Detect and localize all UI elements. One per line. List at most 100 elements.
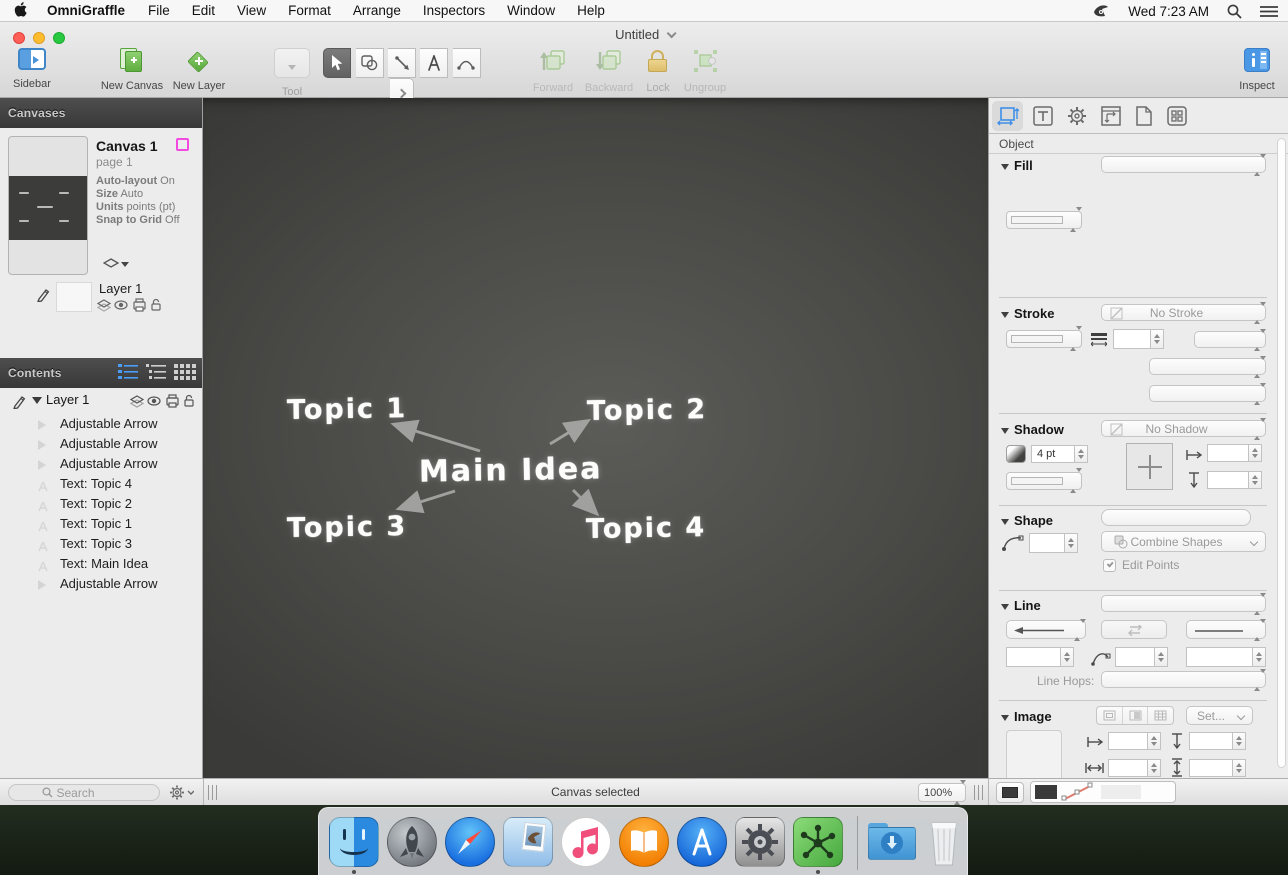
new-layer-button[interactable]: New Layer <box>169 48 229 92</box>
forward-button[interactable]: Forward <box>530 48 576 94</box>
dock-launchpad-icon[interactable] <box>387 817 437 867</box>
line-start-size-stepper[interactable] <box>1061 647 1074 667</box>
tab-grid[interactable] <box>1167 106 1187 131</box>
layers-disclosure-button[interactable] <box>103 258 129 276</box>
tab-text[interactable] <box>1033 106 1053 131</box>
contents-view-list-icon[interactable] <box>118 363 138 386</box>
selection-tool-button[interactable] <box>323 48 351 78</box>
image-fill-icon[interactable] <box>1123 707 1149 724</box>
dock-omnigraffle-icon[interactable] <box>793 817 843 867</box>
shadow-blur-stepper[interactable] <box>1075 445 1088 463</box>
sidebar-toggle-button[interactable]: Sidebar <box>6 48 58 90</box>
shadow-type-dropdown[interactable]: No Shadow <box>1101 420 1266 437</box>
combine-shapes-dropdown[interactable]: Combine Shapes <box>1101 531 1266 552</box>
canvas-text-topic1[interactable]: Topic 1 <box>287 393 408 426</box>
line-end-size-field[interactable] <box>1186 647 1253 667</box>
stroke-width-field[interactable] <box>1113 329 1151 349</box>
notification-center-icon[interactable] <box>1260 5 1278 18</box>
fill-type-dropdown[interactable] <box>1101 156 1266 173</box>
line-start-arrow-dropdown[interactable] <box>1006 620 1086 639</box>
menu-view[interactable]: View <box>226 3 277 18</box>
shadow-offset-pad[interactable] <box>1126 443 1173 490</box>
line-start-size-field[interactable] <box>1006 647 1061 667</box>
style-fill-chip[interactable] <box>1035 785 1057 799</box>
fill-section-label[interactable]: Fill <box>1001 158 1033 173</box>
menu-clock[interactable]: Wed 7:23 AM <box>1128 4 1209 19</box>
inspector-scrollbar[interactable] <box>1277 138 1286 768</box>
image-offset-y-stepper[interactable] <box>1233 732 1246 750</box>
sidebar-action-gear-button[interactable] <box>170 785 194 805</box>
contents-layer-pencil-icon[interactable] <box>12 393 26 414</box>
corner-radius-field[interactable] <box>1029 533 1065 553</box>
ungroup-button[interactable]: Ungroup <box>680 48 730 94</box>
list-item-text-topic4[interactable]: Text: Topic 4 <box>0 474 202 494</box>
dock-itunes-icon[interactable] <box>561 817 611 867</box>
tab-document[interactable] <box>1135 106 1153 131</box>
list-item-text-main-idea[interactable]: Text: Main Idea <box>0 554 202 574</box>
list-item-text-topic2[interactable]: Text: Topic 2 <box>0 494 202 514</box>
menu-extra-bird-icon[interactable] <box>1092 4 1110 18</box>
line-curve-field[interactable] <box>1115 647 1155 667</box>
style-line-chip[interactable] <box>1059 782 1097 803</box>
inspect-button[interactable]: Inspect <box>1232 48 1282 92</box>
layer-thumbnail[interactable] <box>56 282 92 312</box>
menu-inspectors[interactable]: Inspectors <box>412 3 496 18</box>
dock-finder-icon[interactable] <box>329 817 379 867</box>
list-item-adjustable-arrow-3[interactable]: Adjustable Arrow <box>0 454 202 474</box>
shadow-section-label[interactable]: Shadow <box>1001 422 1064 437</box>
zoom-control[interactable]: 100% <box>918 783 966 802</box>
stroke-style-dropdown[interactable] <box>1194 331 1266 348</box>
spotlight-search-icon[interactable] <box>1227 4 1242 19</box>
search-input[interactable] <box>57 786 127 800</box>
sidebar-search-field[interactable] <box>8 784 160 801</box>
canvas-resize-grip[interactable] <box>974 785 984 800</box>
style-tray[interactable] <box>1030 781 1176 803</box>
corner-radius-stepper[interactable] <box>1065 533 1078 553</box>
list-item-adjustable-arrow-4[interactable]: Adjustable Arrow <box>0 574 202 594</box>
dock-system-preferences-icon[interactable] <box>735 817 785 867</box>
contents-view-grid-icon[interactable] <box>174 363 196 386</box>
line-end-arrow-dropdown[interactable] <box>1186 620 1266 639</box>
shape-section-label[interactable]: Shape <box>1001 513 1053 528</box>
line-curve-stepper[interactable] <box>1155 647 1168 667</box>
shadow-offset-y-stepper[interactable] <box>1249 471 1262 489</box>
swap-arrows-button[interactable] <box>1101 620 1167 639</box>
menu-file[interactable]: File <box>137 3 181 18</box>
shadow-offset-y-field[interactable] <box>1207 471 1249 489</box>
list-item-text-topic1[interactable]: Text: Topic 1 <box>0 514 202 534</box>
canvas-thumbnail[interactable] <box>8 136 88 275</box>
pen-tool-button[interactable] <box>453 48 481 78</box>
contents-layer-disclosure[interactable] <box>32 397 42 404</box>
line-hops-dropdown[interactable] <box>1101 671 1266 688</box>
stroke-section-label[interactable]: Stroke <box>1001 306 1054 321</box>
image-offset-x-field[interactable] <box>1108 732 1148 750</box>
dock-appstore-icon[interactable] <box>677 817 727 867</box>
tab-properties-gear[interactable] <box>1067 106 1087 131</box>
shadow-offset-x-stepper[interactable] <box>1249 444 1262 462</box>
backward-button[interactable]: Backward <box>583 48 635 94</box>
stroke-corner-dropdown[interactable] <box>1149 358 1266 375</box>
shadow-blur-field[interactable]: 4 pt <box>1031 445 1075 463</box>
dock-safari-icon[interactable] <box>445 817 495 867</box>
stroke-cap-dropdown[interactable] <box>1149 385 1266 402</box>
image-width-field[interactable] <box>1108 759 1148 777</box>
window-title[interactable]: Untitled <box>0 27 1288 42</box>
menu-arrange[interactable]: Arrange <box>342 3 412 18</box>
menu-help[interactable]: Help <box>566 3 616 18</box>
image-offset-x-stepper[interactable] <box>1148 732 1161 750</box>
list-item-adjustable-arrow-2[interactable]: Adjustable Arrow <box>0 434 202 454</box>
canvas-text-topic2[interactable]: Topic 2 <box>587 394 708 427</box>
tab-object[interactable] <box>997 106 1019 131</box>
menu-window[interactable]: Window <box>496 3 566 18</box>
dock-mail-icon[interactable] <box>503 817 553 867</box>
tab-canvas-size[interactable] <box>1101 106 1121 131</box>
image-tile-icon[interactable] <box>1148 707 1173 724</box>
fill-color-well[interactable] <box>1006 211 1082 229</box>
list-item-text-topic3[interactable]: Text: Topic 3 <box>0 534 202 554</box>
stroke-type-dropdown[interactable]: No Stroke <box>1101 304 1266 321</box>
drawing-canvas[interactable]: Topic 1 Topic 2 Main Idea Topic 3 Topic … <box>203 98 988 778</box>
line-section-label[interactable]: Line <box>1001 598 1041 613</box>
menu-app-name[interactable]: OmniGraffle <box>35 3 137 18</box>
style-shadow-chip[interactable] <box>1101 785 1141 799</box>
new-canvas-button[interactable]: New Canvas <box>99 48 165 92</box>
